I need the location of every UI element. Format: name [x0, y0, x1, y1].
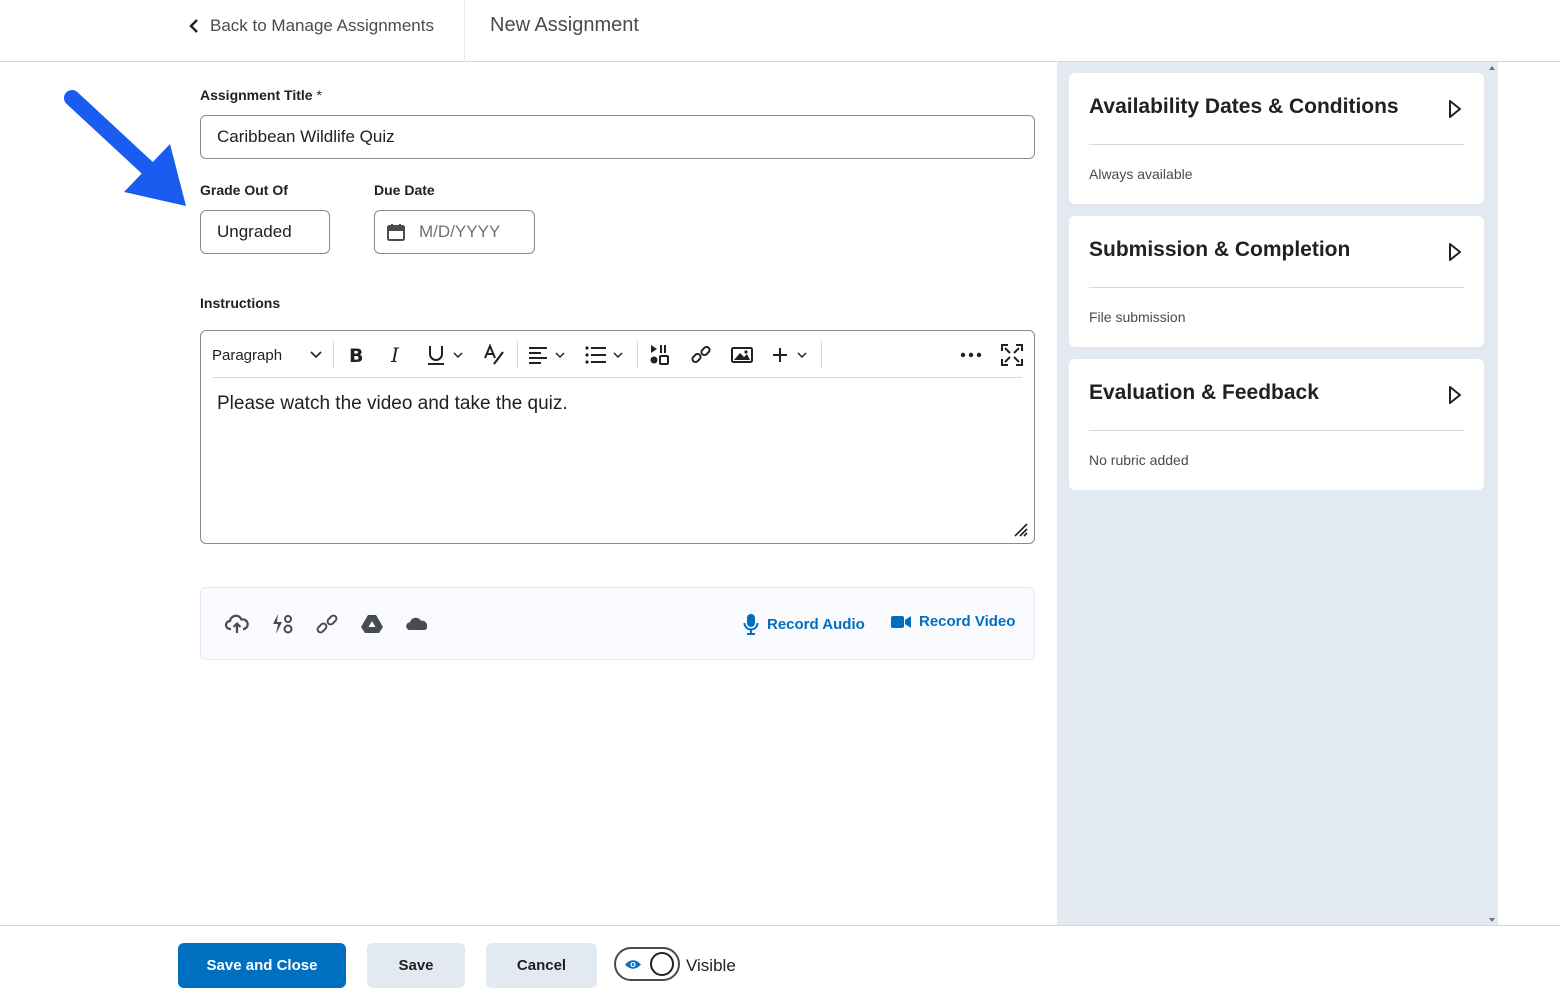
expand-arrow-icon[interactable] — [1448, 242, 1462, 262]
italic-icon: I — [390, 345, 400, 365]
toolbar-separator — [637, 341, 638, 369]
assignment-title-input[interactable]: Caribbean Wildlife Quiz — [200, 115, 1035, 159]
grade-out-of-input[interactable]: Ungraded — [200, 210, 330, 254]
insert-stuff-button[interactable] — [649, 343, 671, 367]
align-left-icon — [529, 347, 565, 364]
onedrive-icon[interactable] — [405, 612, 429, 636]
italic-button[interactable]: I — [389, 343, 405, 367]
record-audio-label: Record Audio — [767, 615, 865, 633]
save-button[interactable]: Save — [367, 943, 465, 988]
header-divider — [464, 0, 465, 62]
grade-out-of-value: Ungraded — [217, 222, 292, 241]
toolbar-divider — [213, 377, 1022, 378]
card-title: Evaluation & Feedback — [1089, 381, 1319, 404]
card-summary: File submission — [1089, 309, 1186, 325]
card-divider — [1089, 144, 1464, 145]
record-video-button[interactable]: Record Video — [891, 613, 1015, 630]
evaluation-feedback-card[interactable]: Evaluation & Feedback No rubric added — [1069, 359, 1484, 490]
page-title: New Assignment — [490, 14, 639, 36]
scroll-up-arrow-icon[interactable] — [1489, 66, 1495, 70]
cancel-button[interactable]: Cancel — [486, 943, 597, 988]
record-video-label: Record Video — [919, 613, 1016, 630]
top-bar: Back to Manage Assignments New Assignmen… — [0, 0, 1561, 62]
upload-icon[interactable] — [225, 612, 249, 636]
insert-more-dropdown[interactable] — [772, 343, 812, 367]
card-title: Submission & Completion — [1089, 238, 1351, 261]
toolbar-separator — [333, 341, 334, 369]
microphone-icon — [743, 614, 759, 635]
toggle-knob — [650, 952, 674, 976]
assignment-title-label-text: Assignment Title — [200, 87, 313, 103]
link-icon[interactable] — [315, 612, 339, 636]
instructions-text[interactable]: Please watch the video and take the quiz… — [217, 393, 568, 415]
availability-dates-card[interactable]: Availability Dates & Conditions Always a… — [1069, 73, 1484, 204]
toolbar-separator — [517, 341, 518, 369]
assignment-title-value: Caribbean Wildlife Quiz — [217, 127, 395, 146]
bulleted-list-icon — [585, 346, 623, 364]
plus-icon — [773, 348, 807, 362]
insert-link-button[interactable] — [690, 343, 712, 367]
svg-text:B: B — [349, 345, 363, 365]
chevron-down-icon — [310, 351, 322, 359]
ellipsis-icon — [960, 352, 982, 358]
text-format-button[interactable] — [483, 343, 507, 367]
instructions-label: Instructions — [200, 295, 281, 311]
due-date-placeholder: M/D/YYYY — [419, 222, 501, 241]
svg-text:I: I — [390, 345, 400, 365]
bold-button[interactable]: B — [347, 343, 365, 367]
side-panel-scrollbar[interactable] — [1486, 62, 1498, 926]
underline-button[interactable] — [427, 343, 467, 367]
editor-toolbar: Paragraph B I — [201, 331, 1034, 378]
fullscreen-icon — [1001, 344, 1023, 366]
paragraph-style-label: Paragraph — [212, 346, 283, 364]
text-format-icon — [484, 344, 504, 365]
footer-action-bar: Save and Close Save Cancel Visible — [0, 925, 1561, 996]
card-title: Availability Dates & Conditions — [1089, 95, 1399, 118]
quicklink-icon[interactable] — [270, 612, 294, 636]
resize-handle-icon[interactable] — [1014, 523, 1028, 537]
card-divider — [1089, 287, 1464, 288]
scroll-down-arrow-icon[interactable] — [1489, 918, 1495, 922]
more-actions-button[interactable] — [960, 343, 982, 367]
underline-icon — [428, 346, 463, 365]
toolbar-separator — [821, 341, 822, 369]
image-icon — [731, 347, 753, 363]
list-dropdown[interactable] — [585, 343, 625, 367]
required-mark: * — [316, 87, 322, 103]
save-and-close-button[interactable]: Save and Close — [178, 943, 346, 988]
fullscreen-button[interactable] — [1001, 343, 1023, 367]
visibility-toggle[interactable] — [614, 947, 680, 981]
eye-icon — [625, 960, 641, 969]
submission-completion-card[interactable]: Submission & Completion File submission — [1069, 216, 1484, 347]
insert-image-button[interactable] — [731, 343, 753, 367]
chevron-left-icon — [189, 19, 198, 33]
calendar-icon — [387, 224, 405, 241]
attachments-bar: Record Audio Record Video — [200, 587, 1035, 660]
record-audio-button[interactable]: Record Audio — [743, 613, 865, 635]
grade-out-of-label: Grade Out Of — [200, 182, 288, 198]
card-summary: Always available — [1089, 166, 1193, 182]
due-date-label: Due Date — [374, 182, 435, 198]
back-link-label: Back to Manage Assignments — [210, 16, 434, 35]
bold-icon: B — [349, 345, 363, 365]
expand-arrow-icon[interactable] — [1448, 385, 1462, 405]
align-dropdown[interactable] — [528, 343, 568, 367]
paragraph-style-dropdown[interactable]: Paragraph — [212, 343, 322, 367]
insert-stuff-icon — [650, 345, 669, 365]
google-drive-icon[interactable] — [360, 612, 384, 636]
card-divider — [1089, 430, 1464, 431]
expand-arrow-icon[interactable] — [1448, 99, 1462, 119]
instructions-editor: Paragraph B I Please watch the video and… — [200, 330, 1035, 544]
annotation-arrow-icon — [64, 90, 186, 206]
back-to-manage-assignments-link[interactable]: Back to Manage Assignments — [188, 16, 434, 36]
card-summary: No rubric added — [1089, 452, 1189, 468]
visibility-label: Visible — [686, 956, 736, 975]
link-icon — [691, 345, 711, 364]
assignment-title-label: Assignment Title * — [200, 87, 322, 103]
video-camera-icon — [891, 615, 911, 628]
due-date-input[interactable]: M/D/YYYY — [374, 210, 535, 254]
